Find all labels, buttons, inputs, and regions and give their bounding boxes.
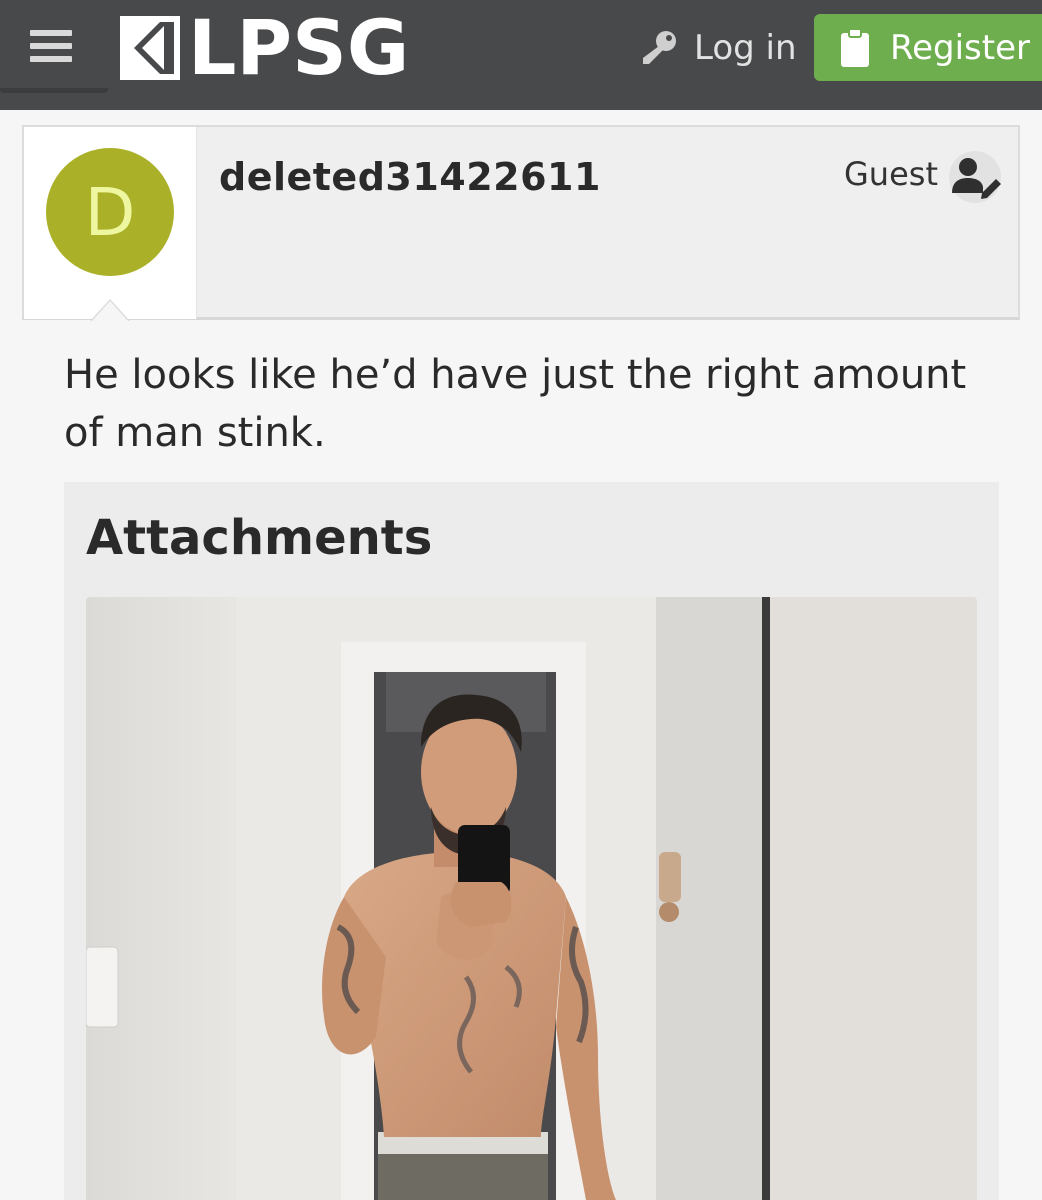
avatar-letter: D	[84, 173, 136, 251]
top-navigation-bar: LPSG Log in Register	[0, 0, 1042, 110]
login-link[interactable]: Log in	[640, 26, 797, 70]
attachments-block: Attachments	[64, 482, 999, 1200]
lpsg-logo-mark-icon	[120, 16, 180, 80]
menu-active-indicator	[0, 88, 108, 93]
site-logo[interactable]: LPSG	[120, 3, 410, 92]
key-icon	[643, 31, 676, 64]
post-user-header: D deleted31422611 Guest	[22, 125, 1020, 320]
hamburger-menu-icon[interactable]	[30, 26, 74, 66]
attachment-thumbnail[interactable]	[86, 597, 977, 1200]
username-link[interactable]: deleted31422611	[219, 155, 601, 199]
user-title: Guest	[844, 155, 938, 193]
guest-user-icon	[949, 151, 1001, 203]
clipboard-icon	[841, 27, 869, 67]
register-button[interactable]: Register	[814, 14, 1042, 81]
login-label: Log in	[694, 28, 797, 68]
avatar-column: D	[24, 127, 197, 319]
post-message: He looks like he’d have just the right a…	[64, 352, 967, 456]
attachment-photo	[86, 597, 977, 1200]
register-label: Register	[890, 27, 1030, 68]
logo-text: LPSG	[188, 3, 410, 92]
avatar[interactable]: D	[46, 148, 174, 276]
attachments-heading: Attachments	[86, 510, 433, 566]
avatar-pointer	[92, 301, 128, 321]
